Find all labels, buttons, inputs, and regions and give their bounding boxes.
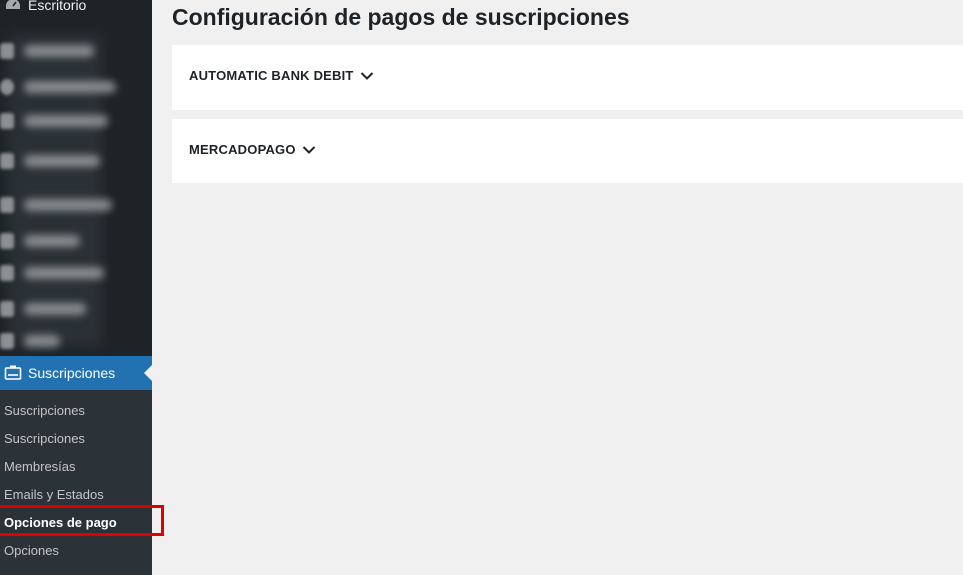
blurred-menu-items: [0, 34, 152, 349]
section-automatic-bank-debit: AUTOMATIC BANK DEBIT: [172, 45, 963, 110]
subscriptions-icon: [3, 363, 23, 383]
submenu-item-emails-estados[interactable]: Emails y Estados: [4, 487, 104, 502]
chevron-down-icon: [302, 145, 316, 155]
chevron-down-icon: [360, 71, 374, 81]
section-toggle[interactable]: MERCADOPAGO: [189, 142, 316, 157]
active-indicator: [144, 365, 152, 381]
submenu-item-suscripciones[interactable]: Suscripciones: [4, 403, 85, 418]
section-label: MERCADOPAGO: [189, 142, 296, 157]
section-mercadopago: MERCADOPAGO: [172, 119, 963, 183]
highlight-annotation: [0, 505, 164, 536]
sidebar-item-label: Escritorio: [28, 0, 87, 13]
submenu-item-suscripciones-2[interactable]: Suscripciones: [4, 431, 85, 446]
submenu-item-membresias[interactable]: Membresías: [4, 459, 76, 474]
section-toggle[interactable]: AUTOMATIC BANK DEBIT: [189, 68, 374, 83]
submenu: Suscripciones Suscripciones Membresías E…: [0, 390, 152, 575]
sidebar-item-label: Suscripciones: [28, 365, 116, 381]
sidebar-item-dashboard[interactable]: Escritorio: [0, 0, 152, 22]
sidebar-item-suscripciones[interactable]: Suscripciones: [0, 356, 152, 390]
submenu-item-opciones[interactable]: Opciones: [4, 543, 59, 558]
section-label: AUTOMATIC BANK DEBIT: [189, 68, 354, 83]
page-title: Configuración de pagos de suscripciones: [172, 4, 630, 30]
dashboard-icon: [3, 0, 23, 15]
admin-sidebar: Escritorio Suscripciones Suscripciones S…: [0, 0, 152, 575]
